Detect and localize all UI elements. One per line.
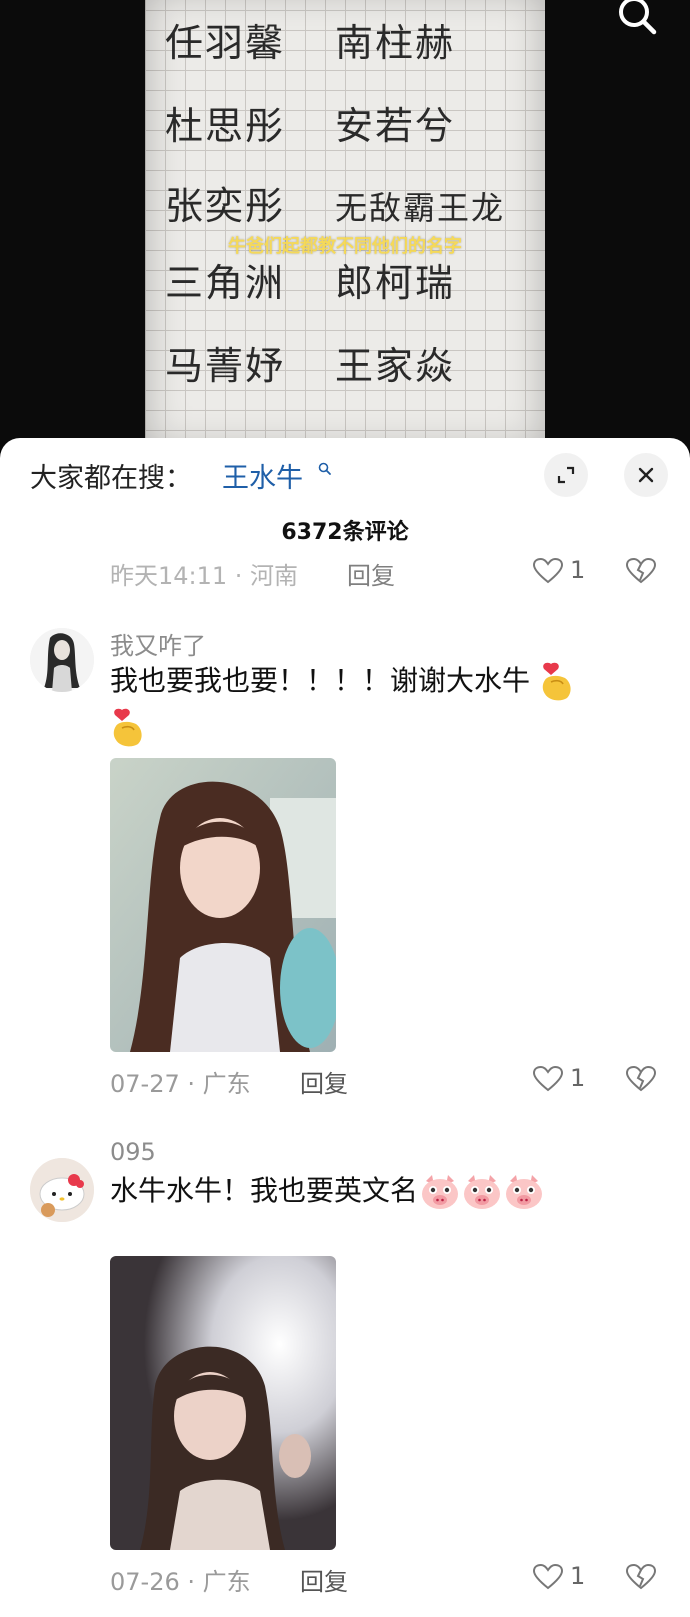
comment-image[interactable] bbox=[110, 758, 336, 1052]
expand-icon bbox=[557, 466, 575, 484]
avatar-illustration bbox=[30, 628, 94, 692]
video-player[interactable]: 任羽馨 南柱赫 杜思彤 安若兮 张奕彤 无敌霸王龙 三角洲 郎柯瑞 马菁妤 王家焱 牛爸们… bbox=[0, 0, 690, 450]
comment-sheet-header: 大家都在搜： 王水牛 6372条评论 bbox=[0, 438, 690, 558]
paper-name: 马菁妤 bbox=[165, 344, 286, 388]
paper-name: 郎柯瑞 bbox=[335, 261, 456, 305]
broken-heart-icon[interactable] bbox=[626, 1066, 656, 1092]
paper-row: 张奕彤 无敌霸王龙 bbox=[165, 175, 525, 230]
finger-heart-emoji-icon bbox=[113, 708, 142, 747]
paper-row: 任羽馨 南柱赫 bbox=[165, 12, 525, 67]
paper-name: 王家焱 bbox=[335, 344, 456, 388]
comment-body: 我也要我也要！！！！谢谢大水牛 bbox=[110, 664, 531, 697]
expand-button[interactable] bbox=[544, 453, 588, 497]
pig-emoji-icon bbox=[506, 1175, 543, 1209]
close-button[interactable] bbox=[624, 453, 668, 497]
hot-search-label: 大家都在搜： bbox=[30, 463, 192, 494]
paper-row: 马菁妤 王家焱 bbox=[165, 335, 525, 390]
paper-name: 无敌霸王龙 bbox=[335, 189, 506, 227]
search-icon bbox=[318, 462, 331, 475]
like-count: 1 bbox=[570, 1562, 586, 1590]
comment-text: 我也要我也要！！！！谢谢大水牛 bbox=[110, 658, 670, 750]
comment-count: 6372条评论 bbox=[281, 520, 409, 545]
selfie-photo bbox=[110, 1256, 336, 1550]
selfie-photo bbox=[110, 758, 336, 1052]
reply-button[interactable]: 回复 bbox=[300, 1562, 348, 1597]
comment-meta: 07-26 · 广东 bbox=[110, 1568, 251, 1596]
paper-name: 三角洲 bbox=[165, 261, 286, 305]
pig-emoji-icon bbox=[464, 1175, 501, 1209]
avatar[interactable] bbox=[30, 628, 94, 692]
comment-meta: 昨天14:11 · 河南 bbox=[110, 562, 299, 590]
paper-row: 杜思彤 安若兮 bbox=[165, 95, 525, 150]
comment-meta: 07-27 · 广东 bbox=[110, 1070, 251, 1098]
like-count: 1 bbox=[570, 1064, 586, 1092]
comment-text: 水牛水牛！我也要英文名 bbox=[110, 1168, 670, 1214]
broken-heart-icon[interactable] bbox=[626, 558, 656, 584]
handwritten-paper: 任羽馨 南柱赫 杜思彤 安若兮 张奕彤 无敌霸王龙 三角洲 郎柯瑞 马菁妤 王家焱 bbox=[145, 0, 545, 450]
finger-heart-emoji-icon bbox=[542, 662, 571, 701]
heart-icon[interactable] bbox=[533, 1066, 563, 1092]
user-name[interactable]: 095 bbox=[110, 1138, 156, 1166]
paper-name: 任羽馨 bbox=[165, 21, 286, 65]
hot-search-term-link[interactable]: 王水牛 bbox=[222, 456, 303, 495]
search-icon bbox=[619, 0, 657, 35]
like-count: 1 bbox=[570, 556, 586, 584]
close-icon bbox=[638, 467, 654, 483]
avatar-illustration bbox=[30, 1158, 94, 1222]
heart-icon[interactable] bbox=[533, 1564, 563, 1590]
paper-row: 三角洲 郎柯瑞 bbox=[165, 252, 525, 307]
video-caption: 牛爸们起都教不同他们的名字 bbox=[228, 236, 462, 257]
comment-body: 水牛水牛！我也要英文名 bbox=[110, 1174, 419, 1207]
broken-heart-icon[interactable] bbox=[626, 1564, 656, 1590]
avatar[interactable] bbox=[30, 1158, 94, 1222]
reply-button[interactable]: 回复 bbox=[347, 556, 395, 591]
paper-name: 张奕彤 bbox=[165, 184, 286, 228]
search-button[interactable] bbox=[614, 0, 664, 40]
comment-image[interactable] bbox=[110, 1256, 336, 1550]
paper-name: 安若兮 bbox=[335, 104, 456, 148]
comment-sheet: 大家都在搜： 王水牛 6372条评论 昨天14:11 · 河南 回复 1 我又咋… bbox=[0, 438, 690, 1617]
paper-name: 杜思彤 bbox=[165, 104, 286, 148]
heart-icon[interactable] bbox=[533, 558, 563, 584]
pig-emoji-icon bbox=[422, 1175, 459, 1209]
user-name[interactable]: 我又咋了 bbox=[110, 626, 206, 661]
reply-button[interactable]: 回复 bbox=[300, 1064, 348, 1099]
paper-name: 南柱赫 bbox=[335, 21, 456, 65]
